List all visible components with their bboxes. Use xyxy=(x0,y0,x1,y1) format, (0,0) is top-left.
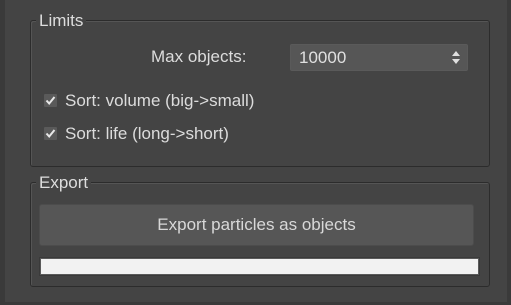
sort-life-checkbox[interactable] xyxy=(44,127,57,140)
limits-group-title: Limits xyxy=(36,11,87,31)
panel-right-edge xyxy=(507,0,511,305)
spinner-up-arrow-icon[interactable] xyxy=(452,51,460,56)
export-progress-fill xyxy=(41,259,478,274)
checkmark-icon xyxy=(45,129,56,139)
spinner-down-arrow-icon[interactable] xyxy=(452,59,460,64)
sort-volume-label[interactable]: Sort: volume (big->small) xyxy=(65,91,254,111)
spinner-arrows-icon[interactable] xyxy=(452,51,460,65)
export-particles-button[interactable]: Export particles as objects xyxy=(39,204,474,246)
export-progress-bar xyxy=(39,257,480,276)
panel-left-edge xyxy=(0,0,5,305)
sort-volume-checkbox[interactable] xyxy=(44,94,57,107)
checkmark-icon xyxy=(45,96,56,106)
sort-life-label[interactable]: Sort: life (long->short) xyxy=(65,124,229,144)
max-objects-value[interactable]: 10000 xyxy=(299,48,346,68)
max-objects-spinner[interactable]: 10000 xyxy=(290,44,468,71)
max-objects-label: Max objects: xyxy=(151,47,247,66)
export-group-title: Export xyxy=(36,173,92,193)
